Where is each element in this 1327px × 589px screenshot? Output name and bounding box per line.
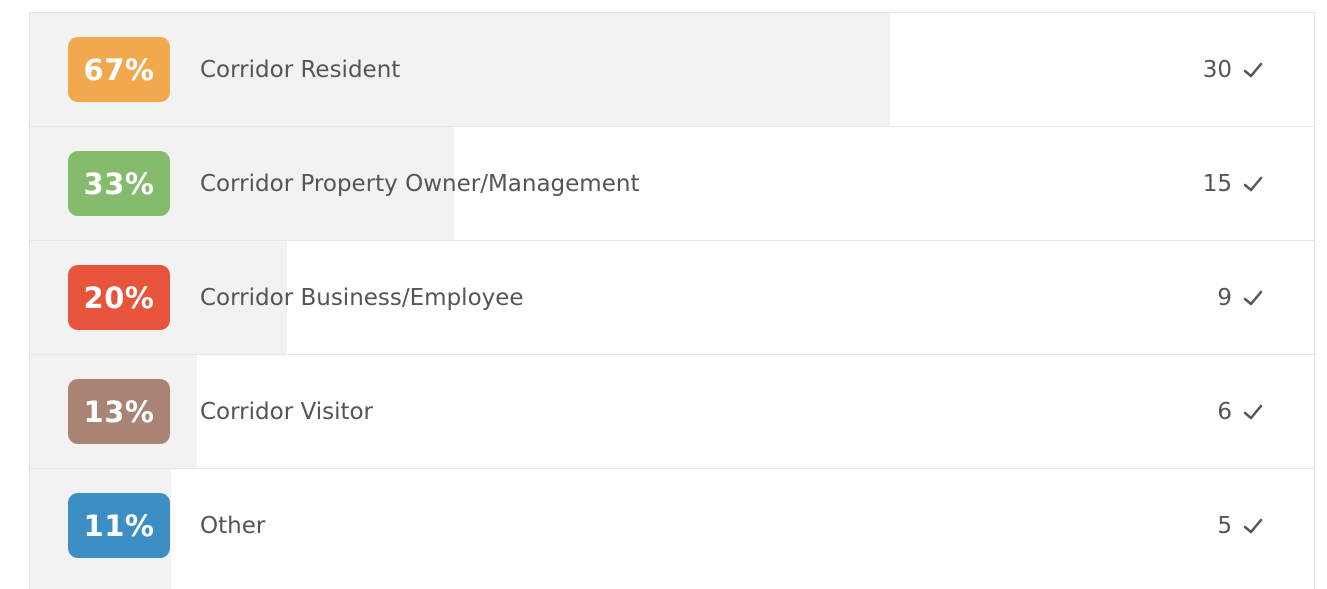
result-row-corridor-property-owner[interactable]: 33% Corridor Property Owner/Management 1… (30, 127, 1314, 241)
count-value: 6 (1217, 398, 1232, 425)
count-value: 30 (1202, 56, 1232, 83)
result-label: Corridor Business/Employee (200, 284, 524, 311)
result-label: Corridor Visitor (200, 398, 374, 425)
result-count: 6 (1217, 355, 1264, 468)
percent-badge: 67% (68, 37, 170, 102)
result-count: 5 (1217, 469, 1264, 582)
count-value: 15 (1202, 170, 1232, 197)
percent-badge: 33% (68, 151, 170, 216)
check-icon (1242, 173, 1264, 195)
result-label: Other (200, 512, 266, 539)
result-row-corridor-visitor[interactable]: 13% Corridor Visitor 6 (30, 355, 1314, 469)
check-icon (1242, 59, 1264, 81)
result-row-other[interactable]: 11% Other 5 (30, 469, 1314, 589)
check-icon (1242, 287, 1264, 309)
result-count: 30 (1203, 13, 1264, 126)
count-value: 5 (1217, 512, 1232, 539)
result-count: 9 (1217, 241, 1264, 354)
percent-badge: 20% (68, 265, 170, 330)
count-value: 9 (1217, 284, 1232, 311)
result-row-corridor-resident[interactable]: 67% Corridor Resident 30 (30, 13, 1314, 127)
result-label: Corridor Property Owner/Management (200, 170, 640, 197)
result-count: 15 (1203, 127, 1264, 240)
check-icon (1242, 515, 1264, 537)
result-row-corridor-business[interactable]: 20% Corridor Business/Employee 9 (30, 241, 1314, 355)
check-icon (1242, 401, 1264, 423)
percent-badge: 11% (68, 493, 170, 558)
result-label: Corridor Resident (200, 56, 401, 83)
percent-badge: 13% (68, 379, 170, 444)
poll-results: 67% Corridor Resident 30 33% Corridor Pr… (29, 12, 1315, 589)
